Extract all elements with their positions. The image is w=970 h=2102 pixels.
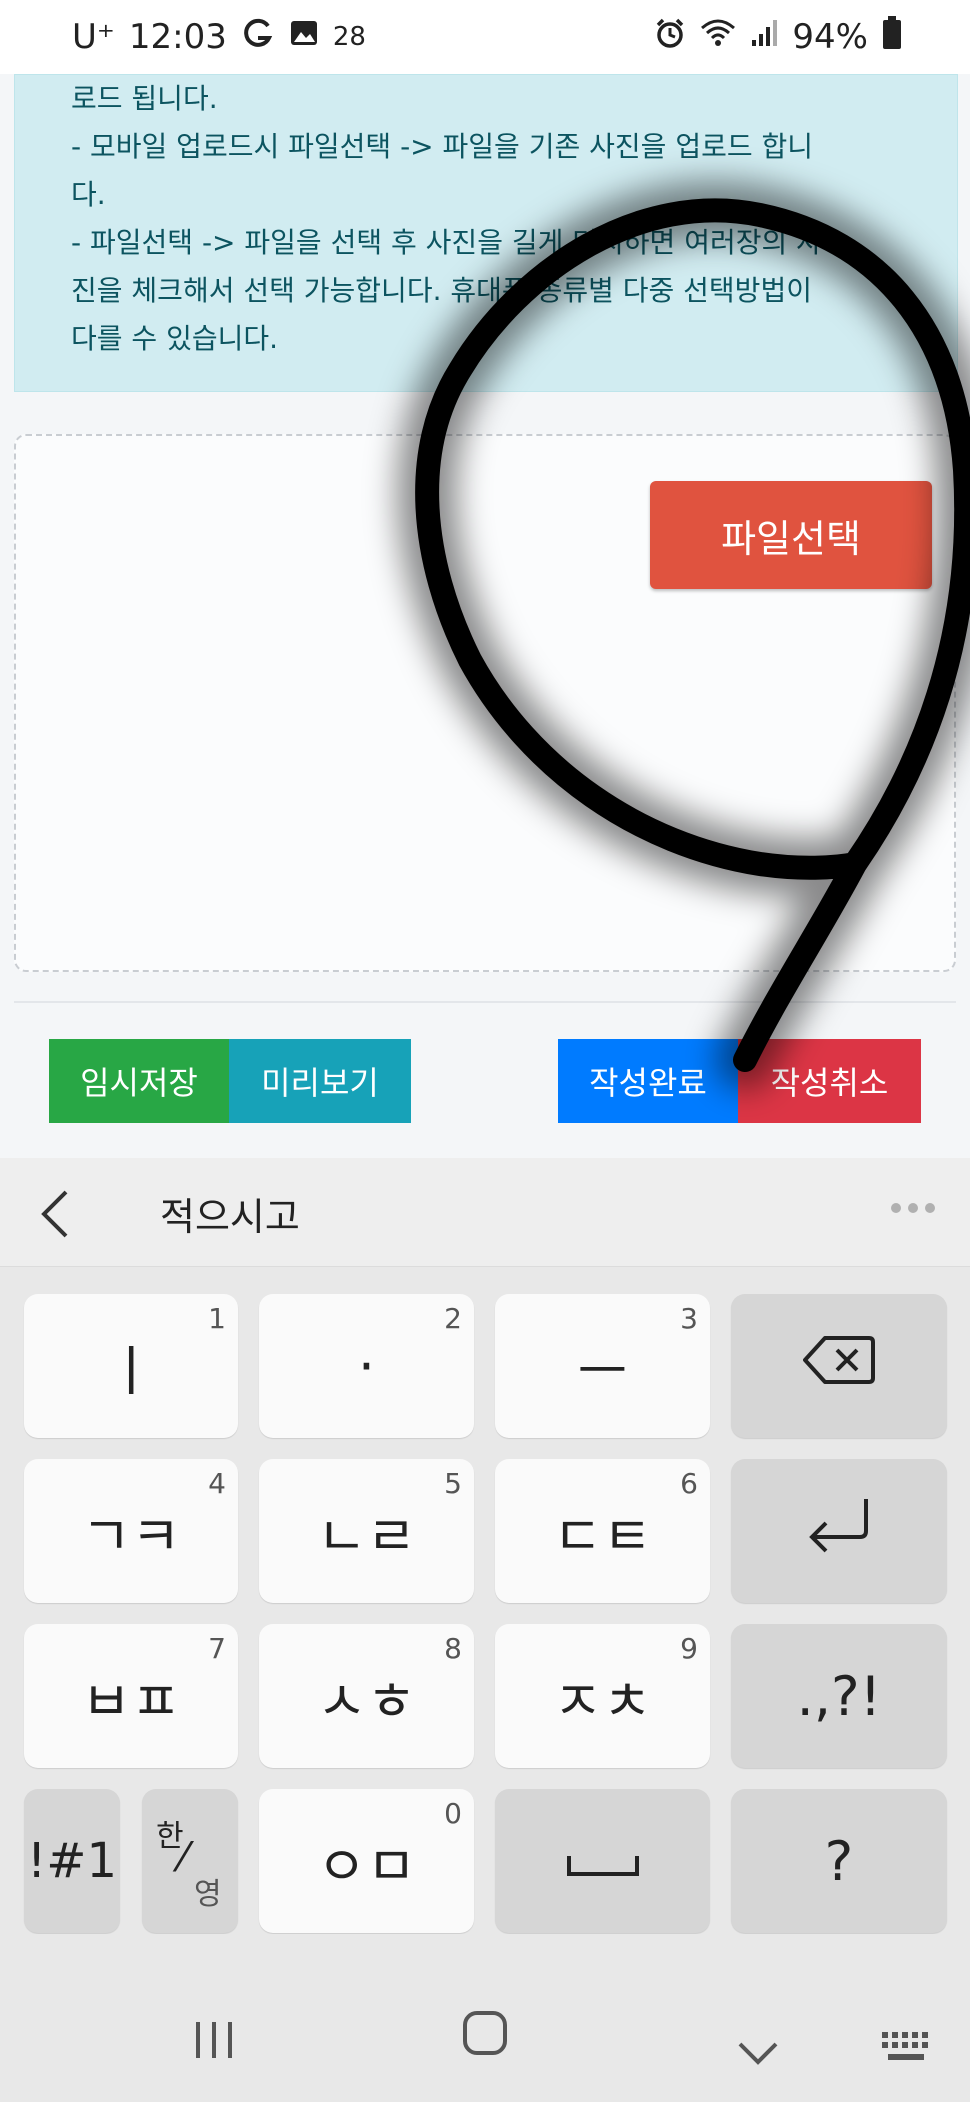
language-toggle-key[interactable]: 한 ⁄ 영	[142, 1789, 238, 1933]
home-icon[interactable]	[462, 2010, 508, 2068]
question-key[interactable]: ?	[731, 1789, 947, 1933]
key-label: ㅣ	[106, 1339, 156, 1403]
status-bar: U⁺ 12:03 28 94%	[0, 0, 970, 74]
key-0[interactable]: ㅇㅁ 0	[259, 1789, 474, 1933]
upload-info-alert: 로드 됩니다. - 모바일 업로드시 파일선택 -> 파일을 기존 사진을 업로…	[14, 74, 958, 392]
key-2[interactable]: · 2	[259, 1294, 474, 1438]
preview-button[interactable]: 미리보기	[229, 1039, 411, 1123]
suggestion-word[interactable]: 적으시고	[160, 1186, 300, 1241]
g-logo-icon	[241, 16, 275, 59]
punctuation-key[interactable]: .,?!	[731, 1624, 947, 1768]
key-5[interactable]: ㄴㄹ 5	[259, 1459, 474, 1603]
key-label: !#1	[27, 1833, 117, 1889]
space-icon	[565, 1830, 641, 1893]
enter-icon	[804, 1495, 874, 1568]
key-4[interactable]: ㄱㅋ 4	[24, 1459, 238, 1603]
battery-icon	[882, 15, 902, 59]
notification-count: 28	[332, 22, 366, 52]
space-key[interactable]	[495, 1789, 710, 1933]
complete-button[interactable]: 작성완료	[558, 1039, 738, 1123]
recent-apps-icon[interactable]	[192, 2014, 236, 2072]
symbols-key[interactable]: !#1	[24, 1789, 120, 1933]
cancel-button[interactable]: 작성취소	[738, 1039, 921, 1123]
alert-line: 진을 체크해서 선택 가능합니다. 휴대폰 종류별 다중 선택방법이	[71, 274, 812, 307]
file-select-button[interactable]: 파일선택	[650, 481, 932, 589]
key-label: ㅈㅊ	[552, 1669, 653, 1733]
temp-save-button[interactable]: 임시저장	[49, 1039, 229, 1123]
key-1[interactable]: ㅣ 1	[24, 1294, 238, 1438]
key-label: ㄱㅋ	[81, 1504, 181, 1568]
key-label: ㅡ	[577, 1339, 628, 1403]
lang-bottom: 영	[194, 1877, 222, 1912]
key-label: ㄴㄹ	[316, 1504, 417, 1568]
gallery-icon	[289, 17, 319, 57]
alert-line: 다.	[71, 178, 106, 211]
key-label: ?	[824, 1829, 854, 1893]
key-number: 5	[444, 1467, 462, 1500]
key-3[interactable]: ㅡ 3	[495, 1294, 710, 1438]
key-number: 3	[680, 1302, 698, 1335]
chevron-left-icon[interactable]	[36, 1186, 76, 1242]
backspace-key[interactable]	[731, 1294, 947, 1438]
alert-line: - 파일선택 -> 파일을 선택 후 사진을 길게 터치하면 여러장의 사	[71, 226, 822, 259]
alert-line: - 모바일 업로드시 파일선택 -> 파일을 기존 사진을 업로드 합니	[71, 130, 814, 163]
system-nav-bar	[0, 1934, 970, 2102]
key-number: 4	[208, 1467, 226, 1500]
key-number: 0	[444, 1797, 462, 1830]
key-label: ㅅㅎ	[316, 1669, 417, 1733]
key-6[interactable]: ㄷㅌ 6	[495, 1459, 710, 1603]
key-label: ㅇㅁ	[316, 1834, 417, 1898]
clock: 12:03	[128, 17, 227, 57]
status-left: U⁺ 12:03 28	[72, 16, 366, 59]
alert-line: 로드 됩니다.	[71, 82, 218, 115]
key-number: 6	[680, 1467, 698, 1500]
enter-key[interactable]	[731, 1459, 947, 1603]
key-label: ·	[357, 1334, 376, 1398]
signal-icon	[750, 17, 778, 57]
key-label: .,?!	[796, 1664, 882, 1728]
status-right: 94%	[654, 15, 902, 59]
key-number: 9	[680, 1632, 698, 1665]
keyboard-icon[interactable]	[880, 2018, 932, 2076]
carrier-label: U⁺	[72, 17, 115, 57]
key-number: 1	[208, 1302, 226, 1335]
more-options-icon[interactable]	[890, 1178, 936, 1224]
key-number: 2	[444, 1302, 462, 1335]
key-number: 7	[208, 1632, 226, 1665]
divider	[14, 1001, 956, 1003]
suggestion-bar: 적으시고	[0, 1158, 970, 1267]
key-8[interactable]: ㅅㅎ 8	[259, 1624, 474, 1768]
backspace-icon	[803, 1334, 875, 1399]
battery-percent: 94%	[792, 17, 868, 57]
alert-line: 다를 수 있습니다.	[71, 322, 279, 355]
alarm-icon	[654, 17, 686, 58]
lang-slash: ⁄	[180, 1835, 187, 1881]
key-9[interactable]: ㅈㅊ 9	[495, 1624, 710, 1768]
wifi-icon	[700, 17, 736, 57]
key-label: ㅂㅍ	[81, 1669, 181, 1733]
key-7[interactable]: ㅂㅍ 7	[24, 1624, 238, 1768]
chevron-down-icon[interactable]	[736, 2022, 780, 2080]
key-label: ㄷㅌ	[552, 1504, 653, 1568]
key-number: 8	[444, 1632, 462, 1665]
